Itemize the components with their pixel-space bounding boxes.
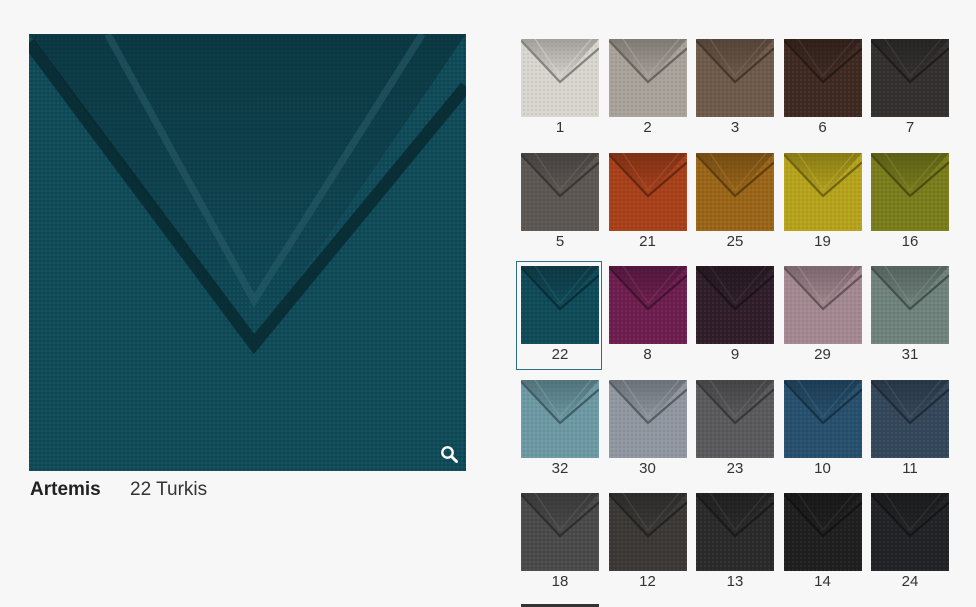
swatch-number: 5 bbox=[555, 232, 565, 250]
swatch-number: 32 bbox=[551, 459, 569, 477]
swatch-14[interactable]: 14 bbox=[783, 493, 862, 601]
swatch-24[interactable]: 24 bbox=[871, 493, 949, 601]
swatch-image bbox=[521, 152, 599, 231]
swatch-19[interactable]: 19 bbox=[783, 152, 862, 261]
swatch-image bbox=[521, 379, 599, 458]
swatch-number: 6 bbox=[818, 119, 827, 136]
swatch-image bbox=[696, 152, 774, 231]
swatch-29[interactable]: 29 bbox=[783, 266, 862, 374]
swatch-21[interactable]: 21 bbox=[608, 152, 687, 261]
swatch-23[interactable]: 23 bbox=[696, 379, 774, 488]
product-name: Artemis bbox=[30, 479, 101, 500]
swatch-image bbox=[696, 266, 774, 344]
swatch-25[interactable]: 25 bbox=[696, 152, 774, 261]
swatch-number: 3 bbox=[730, 119, 740, 136]
swatch-number: 23 bbox=[726, 459, 744, 477]
swatch-image bbox=[783, 39, 862, 117]
swatch-9[interactable]: 9 bbox=[696, 266, 774, 374]
swatch-image bbox=[783, 493, 862, 571]
swatch-8[interactable]: 8 bbox=[608, 266, 687, 374]
swatch-number: 16 bbox=[901, 232, 919, 250]
swatch-image bbox=[608, 266, 687, 344]
swatch-image bbox=[871, 39, 949, 117]
swatch-image bbox=[521, 266, 599, 344]
swatch-number: 22 bbox=[551, 346, 569, 363]
swatch-image bbox=[608, 379, 687, 458]
swatch-number: 31 bbox=[901, 346, 919, 363]
swatch-6[interactable]: 6 bbox=[783, 39, 862, 147]
swatch-number: 30 bbox=[639, 459, 656, 477]
swatch-32[interactable]: 32 bbox=[521, 379, 599, 488]
product-variant: 22 Turkis bbox=[130, 479, 208, 500]
swatch-number: 19 bbox=[814, 232, 831, 250]
swatch-image bbox=[783, 379, 862, 458]
swatch-image bbox=[608, 152, 687, 231]
swatch-number: 13 bbox=[726, 573, 744, 590]
swatch-18[interactable]: 18 bbox=[521, 493, 599, 601]
swatch-image bbox=[871, 379, 949, 458]
swatch-22[interactable]: 22 bbox=[516, 261, 602, 374]
swatch-2[interactable]: 2 bbox=[608, 39, 687, 147]
swatch-number: 8 bbox=[643, 346, 652, 363]
swatch-number: 9 bbox=[730, 346, 740, 363]
swatch-image bbox=[783, 152, 862, 231]
swatch-number: 24 bbox=[901, 573, 919, 590]
swatch-number: 12 bbox=[639, 573, 656, 590]
swatch-13[interactable]: 13 bbox=[696, 493, 774, 601]
swatch-image bbox=[871, 152, 949, 231]
swatch-image bbox=[783, 266, 862, 344]
swatch-image bbox=[521, 493, 599, 571]
swatch-number: 2 bbox=[643, 119, 652, 136]
swatch-16[interactable]: 16 bbox=[871, 152, 949, 261]
swatch-image bbox=[696, 379, 774, 458]
search-icon[interactable] bbox=[440, 445, 458, 463]
swatch-image bbox=[696, 493, 774, 571]
swatch-number: 10 bbox=[814, 459, 831, 477]
swatch-number: 1 bbox=[555, 119, 565, 136]
swatch-number: 21 bbox=[639, 232, 656, 250]
swatch-number: 29 bbox=[814, 346, 831, 363]
fabric-preview-art bbox=[29, 34, 466, 471]
swatch-number: 14 bbox=[814, 573, 831, 590]
swatch-number: 11 bbox=[902, 459, 918, 477]
swatch-image bbox=[871, 493, 949, 571]
swatch-11[interactable]: 11 bbox=[871, 379, 949, 488]
swatch-5[interactable]: 5 bbox=[521, 152, 599, 261]
swatch-image bbox=[871, 266, 949, 344]
swatch-image bbox=[696, 39, 774, 117]
swatch-image bbox=[608, 493, 687, 571]
swatch-image bbox=[608, 39, 687, 117]
fabric-preview-image[interactable] bbox=[29, 34, 466, 471]
swatch-1[interactable]: 1 bbox=[521, 39, 599, 147]
swatch-image bbox=[521, 39, 599, 117]
swatch-number: 18 bbox=[551, 573, 569, 590]
swatch-3[interactable]: 3 bbox=[696, 39, 774, 147]
swatch-7[interactable]: 7 bbox=[871, 39, 949, 147]
swatch-10[interactable]: 10 bbox=[783, 379, 862, 488]
swatch-12[interactable]: 12 bbox=[608, 493, 687, 601]
swatch-number: 7 bbox=[905, 119, 915, 136]
swatch-number: 25 bbox=[726, 232, 744, 250]
product-caption: Artemis 22 Turkis bbox=[30, 479, 207, 501]
swatch-30[interactable]: 30 bbox=[608, 379, 687, 488]
swatch-31[interactable]: 31 bbox=[871, 266, 949, 374]
